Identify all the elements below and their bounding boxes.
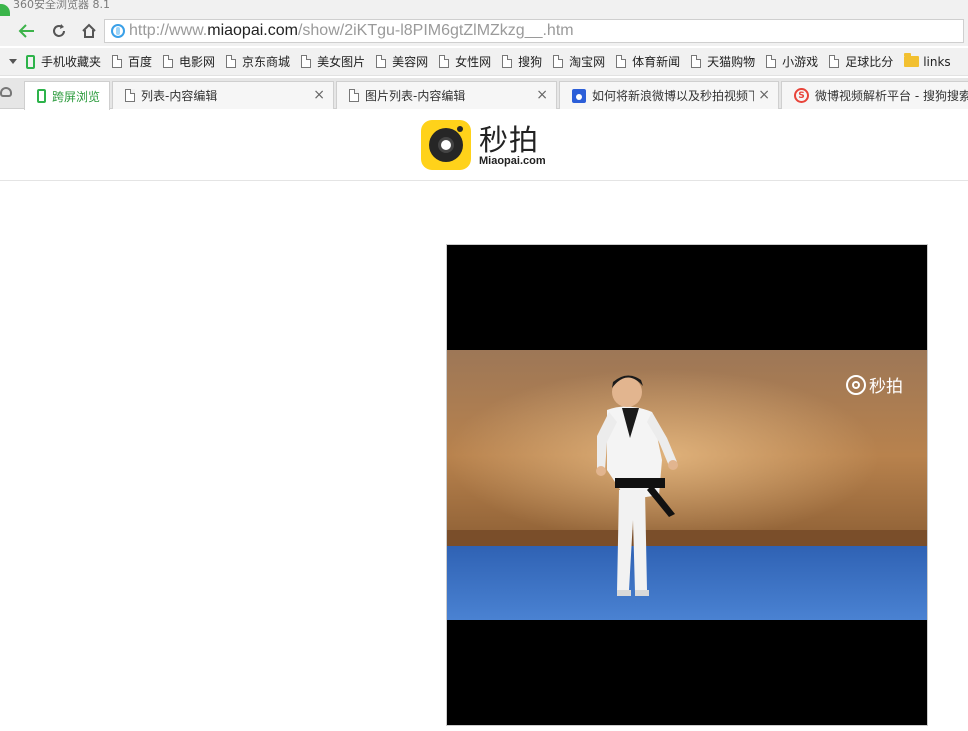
cloud-sync-icon[interactable] — [0, 87, 12, 97]
bookmark-label: 小游戏 — [782, 55, 819, 69]
bookmark-tmall[interactable]: 天猫购物 — [691, 53, 755, 70]
bookmark-label: 百度 — [128, 55, 153, 69]
folder-icon — [904, 53, 920, 67]
tab-how-to-download[interactable]: 如何将新浪微博以及秒拍视频下 × — [559, 81, 779, 109]
bookmark-label: 京东商城 — [242, 55, 291, 69]
miaopai-logo[interactable]: 秒拍 Miaopai.com — [421, 120, 546, 170]
back-arrow-icon — [18, 24, 34, 38]
bookmarks-bar: 手机收藏夹 百度 电影网 京东商城 美女图片 美容网 女性网 搜狗 淘宝网 体育… — [0, 48, 968, 76]
site-globe-icon — [111, 24, 125, 38]
camera-watermark-icon — [846, 374, 866, 395]
url-text: http://www.miaopai.com/show/2iKTgu-l8PIM… — [129, 22, 574, 40]
logo-chinese: 秒拍 — [479, 122, 540, 157]
page-icon — [829, 55, 840, 68]
url-path: /show/2iKTgu-l8PIM6gtZlMZkzg__.htm — [297, 22, 574, 39]
tab-label: 如何将新浪微博以及秒拍视频下 — [592, 89, 754, 103]
page-icon — [553, 55, 564, 68]
baidu-paw-icon — [572, 88, 586, 103]
page-icon — [112, 55, 123, 68]
home-button[interactable] — [76, 19, 102, 43]
navigation-bar: http://www.miaopai.com/show/2iKTgu-l8PIM… — [0, 16, 968, 46]
tab-label: 微博视频解析平台 - 搜狗搜索 — [815, 89, 968, 103]
bookmark-baidu[interactable]: 百度 — [112, 53, 152, 70]
bookmarks-dropdown-button[interactable] — [0, 48, 26, 76]
url-prefix: http://www. — [129, 22, 208, 39]
page-icon — [163, 55, 174, 68]
phone-icon — [26, 54, 35, 69]
bookmark-beauty[interactable]: 美容网 — [376, 53, 428, 70]
tab-cross-screen[interactable]: 跨屏浏览 — [24, 81, 110, 110]
bookmark-links-folder[interactable]: links — [904, 53, 951, 69]
bookmark-label: 电影网 — [179, 55, 216, 69]
video-watermark: 秒拍 — [846, 372, 903, 397]
camera-logo-icon — [421, 120, 471, 170]
bookmark-jd[interactable]: 京东商城 — [226, 53, 290, 70]
bookmark-label: 美女图片 — [317, 55, 366, 69]
window-title: 360安全浏览器 8.1 — [13, 0, 110, 11]
tab-label: 图片列表-内容编辑 — [365, 89, 466, 103]
reload-button[interactable] — [46, 19, 72, 43]
logo-english: Miaopai.com — [479, 154, 546, 167]
page-icon — [439, 55, 450, 68]
url-domain: miaopai.com — [207, 22, 298, 39]
home-icon — [82, 23, 96, 38]
page-icon — [691, 55, 702, 68]
page-icon — [125, 89, 135, 102]
tab-video-parser[interactable]: S 微博视频解析平台 - 搜狗搜索 — [781, 81, 968, 109]
close-tab-icon[interactable]: × — [758, 87, 770, 103]
bookmark-label: 体育新闻 — [632, 55, 681, 69]
back-button[interactable] — [14, 19, 40, 43]
bookmark-label: 搜狗 — [518, 55, 543, 69]
site-header: 秒拍 Miaopai.com — [0, 110, 968, 181]
logo-text: 秒拍 Miaopai.com — [479, 124, 546, 167]
watermark-text: 秒拍 — [869, 377, 903, 397]
phone-icon — [37, 89, 46, 103]
bookmark-mobile-favorites[interactable]: 手机收藏夹 — [26, 53, 101, 70]
sogou-icon: S — [794, 88, 809, 103]
bookmark-sports[interactable]: 体育新闻 — [616, 53, 680, 70]
bookmark-movies[interactable]: 电影网 — [163, 53, 215, 70]
bookmark-label: 天猫购物 — [707, 55, 756, 69]
tab-label: 跨屏浏览 — [52, 89, 101, 104]
page-icon — [616, 55, 627, 68]
caret-down-icon — [9, 58, 17, 64]
video-player[interactable]: 秒拍 — [446, 244, 928, 726]
tab-list-edit[interactable]: 列表-内容编辑 × — [112, 81, 334, 109]
bookmark-sogou[interactable]: 搜狗 — [502, 53, 542, 70]
page-icon — [502, 55, 513, 68]
page-icon — [301, 55, 312, 68]
tab-label: 列表-内容编辑 — [141, 89, 218, 103]
bookmark-label: 足球比分 — [845, 55, 894, 69]
page-icon — [349, 89, 359, 102]
address-bar[interactable]: http://www.miaopai.com/show/2iKTgu-l8PIM… — [104, 19, 964, 43]
bookmark-label: 淘宝网 — [569, 55, 606, 69]
window-title-bar: 360安全浏览器 8.1 — [0, 0, 968, 34]
bookmark-games[interactable]: 小游戏 — [766, 53, 818, 70]
bookmark-taobao[interactable]: 淘宝网 — [553, 53, 605, 70]
reload-icon — [53, 24, 65, 37]
bookmark-label: 手机收藏夹 — [41, 55, 102, 69]
page-icon — [226, 55, 237, 68]
bookmark-pictures[interactable]: 美女图片 — [301, 53, 365, 70]
bookmark-women[interactable]: 女性网 — [439, 53, 491, 70]
page-icon — [766, 55, 777, 68]
tab-image-list-edit[interactable]: 图片列表-内容编辑 × — [336, 81, 557, 109]
bookmark-label: 女性网 — [455, 55, 492, 69]
close-tab-icon[interactable]: × — [536, 87, 548, 103]
page-icon — [376, 55, 387, 68]
bookmark-label: links — [923, 54, 951, 69]
bookmark-football[interactable]: 足球比分 — [829, 53, 893, 70]
close-tab-icon[interactable]: × — [313, 87, 325, 103]
bookmark-label: 美容网 — [392, 55, 429, 69]
tab-strip: 跨屏浏览 列表-内容编辑 × 图片列表-内容编辑 × 如何将新浪微博以及秒拍视频… — [0, 78, 968, 110]
video-frame: 秒拍 — [447, 350, 927, 620]
